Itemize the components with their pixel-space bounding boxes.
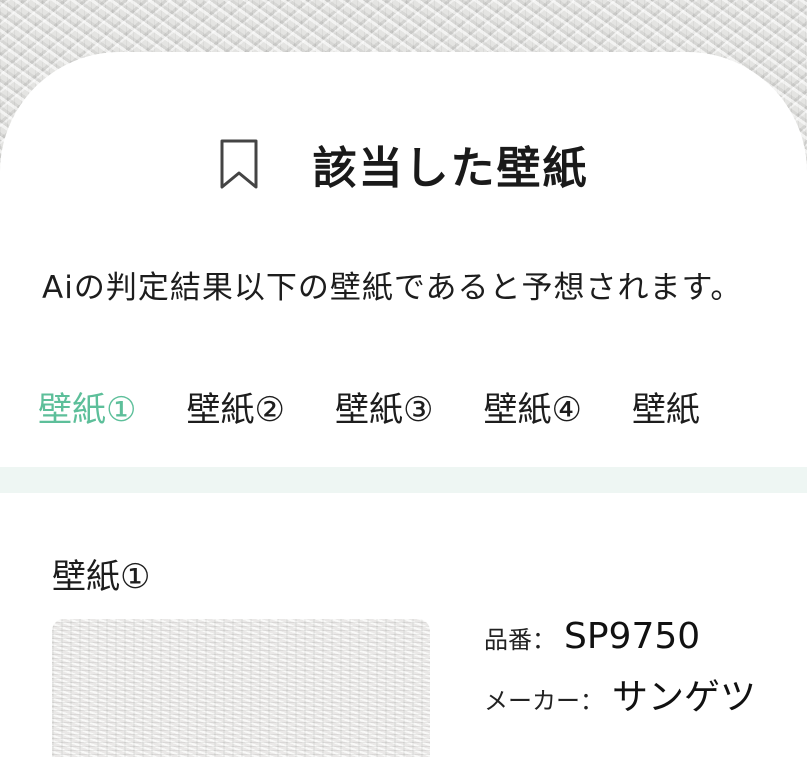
bookmark-icon: [219, 139, 259, 189]
product-number-label: 品番：: [484, 626, 556, 654]
sheet-header: 該当した壁紙: [0, 134, 807, 194]
tab-wallpaper-4[interactable]: 壁紙④: [483, 382, 581, 431]
tab-wallpaper-1[interactable]: 壁紙①: [38, 382, 136, 431]
maker-label: メーカー：: [484, 687, 604, 715]
product-number-row: 品番： SP9750: [484, 616, 700, 657]
tab-wallpaper-5[interactable]: 壁紙: [632, 382, 700, 431]
result-description: Aiの判定結果以下の壁紙であると予想されます。: [42, 270, 743, 306]
result-sheet: 該当した壁紙 Aiの判定結果以下の壁紙であると予想されます。 壁紙① 壁紙② 壁…: [0, 52, 807, 757]
maker-row: メーカー： サンゲツ: [484, 668, 756, 720]
wallpaper-tabs: 壁紙① 壁紙② 壁紙③ 壁紙④ 壁紙: [38, 382, 750, 431]
divider-band: [0, 467, 807, 493]
tab-wallpaper-3[interactable]: 壁紙③: [335, 382, 433, 431]
page-title: 該当した壁紙: [312, 143, 589, 194]
maker-value: サンゲツ: [612, 677, 757, 718]
wallpaper-swatch-image: [52, 619, 430, 757]
product-number-value: SP9750: [564, 616, 701, 657]
tab-wallpaper-2[interactable]: 壁紙②: [186, 382, 284, 431]
section-title: 壁紙①: [52, 557, 151, 597]
